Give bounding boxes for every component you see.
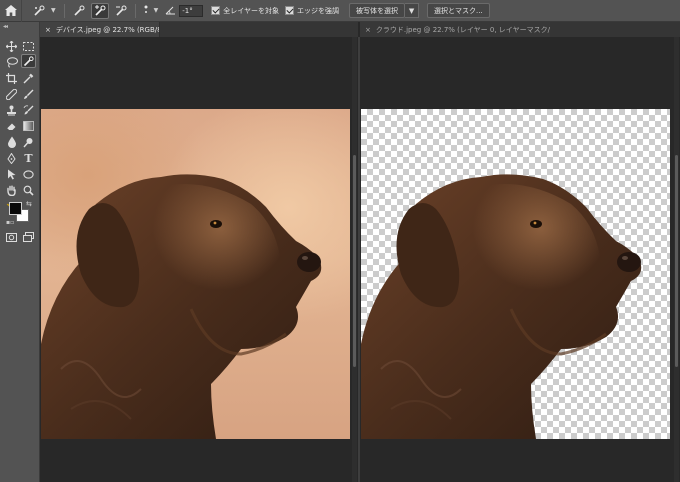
- type-tool[interactable]: T: [21, 151, 36, 165]
- tool-preset-picker[interactable]: [30, 3, 48, 19]
- swap-colors-icon[interactable]: ⇆: [26, 200, 32, 208]
- close-icon[interactable]: ×: [45, 26, 51, 34]
- collapse-panel-icon[interactable]: ◂◂: [3, 23, 8, 30]
- type-icon: T: [24, 151, 33, 165]
- eyedropper-tool[interactable]: [21, 71, 36, 85]
- hand-icon: [7, 185, 16, 196]
- new-selection-button[interactable]: [70, 3, 88, 19]
- tools-panel: ◂◂ T ⇆ ▪▫: [0, 22, 40, 482]
- move-icon: [6, 40, 17, 52]
- quick-selection-icon: [34, 5, 45, 16]
- eraser-icon: [6, 123, 16, 131]
- dog-photo-image: [41, 174, 322, 439]
- quick-selection-tool[interactable]: [21, 54, 36, 68]
- blur-tool[interactable]: [4, 135, 19, 149]
- pen-nib-icon: [7, 152, 16, 164]
- quick-mask-icon: [6, 232, 17, 242]
- brush-size-picker[interactable]: [141, 3, 151, 19]
- path-selection-tool[interactable]: [4, 167, 19, 181]
- tab-label: デバイス.jpeg @ 22.7% (RGB/8): [55, 25, 160, 34]
- tab-bar-left: [160, 22, 358, 37]
- home-button[interactable]: [0, 0, 22, 22]
- pen-tool[interactable]: [4, 151, 19, 165]
- zoom-tool[interactable]: [21, 183, 36, 197]
- sample-all-layers-checkbox[interactable]: 全レイヤーを対象: [211, 6, 279, 16]
- eraser-tool[interactable]: [4, 119, 19, 133]
- checkbox-checked-icon: [211, 6, 221, 15]
- enhance-edge-label: エッジを強調: [297, 6, 340, 15]
- move-tool[interactable]: [4, 39, 19, 53]
- tab-label: クラウド.jpeg @ 22.7% (レイヤー 0, レイヤーマスク/8) *: [375, 25, 550, 34]
- scrollbar-thumb[interactable]: [353, 155, 356, 367]
- lasso-tool[interactable]: [4, 55, 19, 69]
- dodge-icon: [23, 137, 33, 147]
- select-subject-button[interactable]: 被写体を選択: [349, 3, 406, 18]
- eyedropper-icon: [23, 73, 34, 83]
- history-brush-tool[interactable]: [21, 103, 36, 117]
- default-colors-icon[interactable]: ▪▫: [6, 219, 14, 226]
- brush-icon: [24, 89, 34, 99]
- add-to-selection-icon: [94, 4, 106, 16]
- crop-icon: [6, 72, 17, 84]
- clone-stamp-tool[interactable]: [4, 103, 19, 117]
- quick-selection-icon: [23, 55, 34, 66]
- gradient-tool[interactable]: [21, 119, 36, 133]
- vertical-scrollbar-right[interactable]: [674, 37, 679, 482]
- chevron-down-icon[interactable]: ▼: [154, 7, 159, 14]
- tab-document-left[interactable]: × デバイス.jpeg @ 22.7% (RGB/8): [40, 22, 160, 37]
- enhance-edge-checkbox[interactable]: エッジを強調: [285, 6, 339, 16]
- screen-mode-button[interactable]: [21, 230, 36, 244]
- angle-control: [164, 3, 176, 19]
- gradient-icon: [23, 121, 34, 131]
- chevron-down-icon[interactable]: ▼: [51, 7, 56, 14]
- stamp-icon: [7, 105, 16, 115]
- healing-brush-tool[interactable]: [4, 87, 19, 101]
- shape-tool[interactable]: [21, 167, 36, 181]
- lasso-icon: [6, 56, 18, 67]
- select-subject-dropdown[interactable]: ▼: [405, 3, 420, 18]
- blur-drop-icon: [7, 136, 16, 148]
- hand-tool[interactable]: [4, 183, 19, 197]
- chevron-down-icon: ▼: [408, 6, 415, 15]
- scrollbar-thumb[interactable]: [675, 155, 678, 367]
- angle-input[interactable]: -1°: [179, 4, 204, 17]
- angle-icon: [165, 6, 175, 15]
- crop-tool[interactable]: [4, 71, 19, 85]
- foreground-color-swatch[interactable]: [9, 202, 22, 215]
- dog-cutout-image: [361, 174, 642, 439]
- quick-mask-button[interactable]: [4, 230, 19, 244]
- options-bar: ▼ ▼ -1° 全レイヤーを対象 エッジを強調 被写体を選択 ▼ 選択とマスク.…: [0, 0, 680, 22]
- close-icon[interactable]: ×: [365, 26, 371, 34]
- tab-bar-right: [550, 22, 680, 37]
- magnifier-icon: [23, 185, 34, 196]
- history-brush-icon: [23, 104, 34, 114]
- home-icon: [4, 5, 17, 16]
- vertical-scrollbar-left[interactable]: [352, 37, 357, 482]
- checkbox-checked-icon: [285, 6, 295, 15]
- arrow-pointer-icon: [8, 169, 16, 179]
- subtract-from-selection-button[interactable]: [112, 3, 130, 19]
- new-selection-icon: [74, 5, 85, 16]
- select-and-mask-button[interactable]: 選択とマスク...: [427, 3, 490, 18]
- divider: [134, 3, 136, 18]
- marquee-tool[interactable]: [21, 39, 36, 53]
- sample-all-layers-label: 全レイヤーを対象: [223, 6, 280, 15]
- brush-size-icon: [144, 5, 148, 13]
- tab-document-right[interactable]: × クラウド.jpeg @ 22.7% (レイヤー 0, レイヤーマスク/8) …: [360, 22, 550, 37]
- screen-mode-icon: [23, 232, 34, 242]
- dodge-tool[interactable]: [21, 135, 36, 149]
- rectangular-marquee-icon: [23, 41, 34, 51]
- canvas-original-photo[interactable]: [41, 109, 350, 439]
- brush-tool[interactable]: [21, 87, 36, 101]
- bandage-icon: [6, 88, 17, 100]
- divider: [63, 3, 65, 18]
- add-to-selection-button[interactable]: [90, 2, 109, 19]
- ellipse-icon: [23, 169, 34, 179]
- subtract-from-selection-icon: [115, 5, 127, 16]
- canvas-masked-layer[interactable]: [361, 109, 670, 439]
